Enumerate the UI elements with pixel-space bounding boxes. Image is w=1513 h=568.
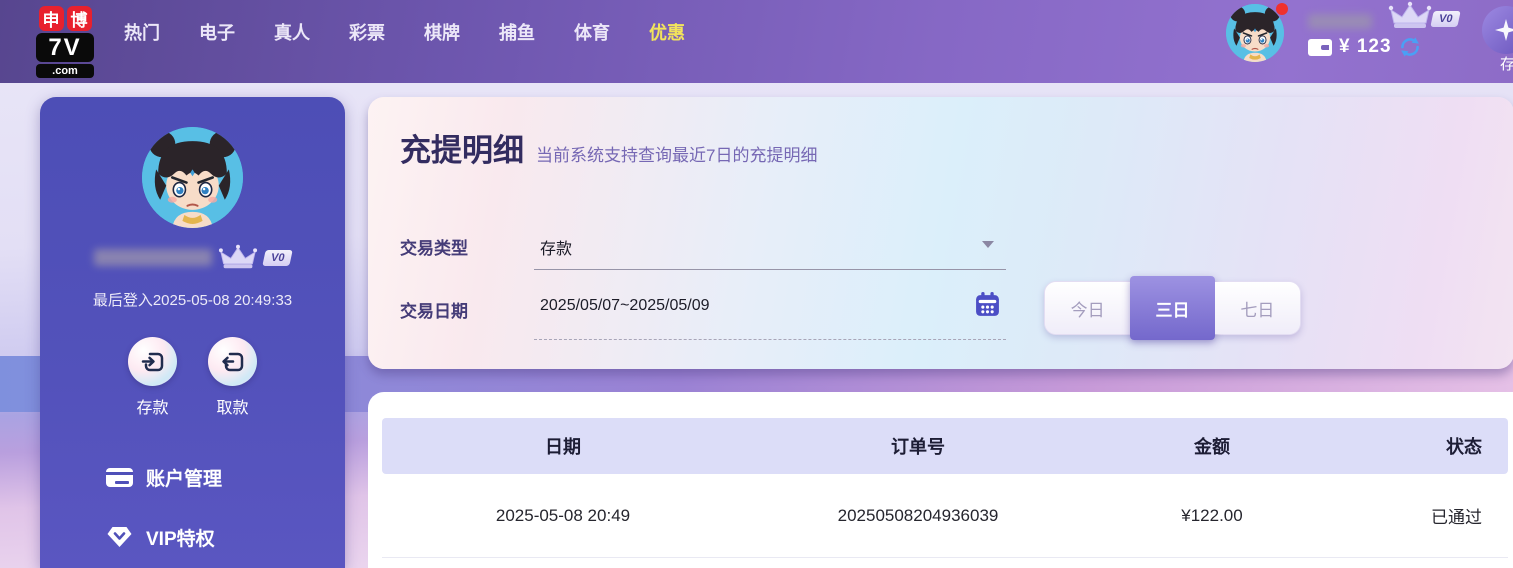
vip-level-badge: V0 bbox=[262, 250, 293, 266]
withdraw-button[interactable] bbox=[208, 337, 257, 386]
avatar-character-illustration bbox=[1226, 4, 1284, 62]
site-logo[interactable]: 申 博 7V .com bbox=[36, 6, 94, 78]
nav-item-slots[interactable]: 电子 bbox=[199, 19, 235, 45]
calendar-icon[interactable] bbox=[974, 291, 1001, 318]
records-panel: 日期 订单号 金额 状态 2025-05-08 20:49 2025050820… bbox=[368, 392, 1513, 568]
column-header-status: 状态 bbox=[1332, 433, 1508, 459]
username-blurred bbox=[94, 249, 212, 266]
cell-status: 已通过 bbox=[1332, 503, 1508, 528]
withdraw-label[interactable]: 取款 bbox=[208, 394, 257, 418]
nav-item-promotions[interactable]: 优惠 bbox=[649, 19, 685, 45]
logo-tld: .com bbox=[36, 64, 94, 78]
notification-dot bbox=[1276, 3, 1288, 15]
range-button-seven-days[interactable]: 七日 bbox=[1215, 282, 1300, 334]
nav-item-live[interactable]: 真人 bbox=[274, 19, 310, 45]
table-row: 2025-05-08 20:49 20250508204936039 ¥122.… bbox=[382, 474, 1508, 558]
page-subtitle: 当前系统支持查询最近7日的充提明细 bbox=[536, 141, 817, 166]
sidebar-item-label: 账户管理 bbox=[146, 464, 222, 491]
transaction-type-select[interactable] bbox=[534, 230, 1006, 270]
column-header-amount: 金额 bbox=[1092, 433, 1332, 459]
cell-date: 2025-05-08 20:49 bbox=[382, 506, 744, 526]
main-menu: 热门 电子 真人 彩票 棋牌 捕鱼 体育 优惠 bbox=[124, 0, 685, 64]
logo-badge-right: 博 bbox=[67, 6, 92, 31]
sidebar-item-account-management[interactable]: 账户管理 bbox=[106, 462, 326, 492]
column-header-order-no: 订单号 bbox=[744, 433, 1092, 459]
wallet-icon bbox=[1308, 39, 1332, 56]
nav-item-fishing[interactable]: 捕鱼 bbox=[499, 19, 535, 45]
cell-order-no: 20250508204936039 bbox=[744, 506, 1092, 526]
range-button-three-days[interactable]: 三日 bbox=[1130, 276, 1214, 340]
avatar-character-illustration bbox=[142, 127, 243, 228]
top-navigation-bar: 申 博 7V .com 热门 电子 真人 彩票 棋牌 捕鱼 体育 优惠 bbox=[0, 0, 1513, 83]
transaction-date-value[interactable]: 2025/05/07~2025/05/09 bbox=[540, 297, 710, 315]
logo-name: 7V bbox=[36, 33, 94, 62]
chevron-down-icon[interactable] bbox=[982, 241, 994, 248]
vip-diamond-icon bbox=[106, 525, 133, 549]
withdraw-icon bbox=[220, 349, 246, 375]
column-header-date: 日期 bbox=[382, 433, 744, 459]
sidebar-item-vip-privileges[interactable]: VIP特权 bbox=[106, 522, 326, 552]
crown-icon bbox=[218, 244, 258, 271]
deposit-icon bbox=[140, 349, 166, 375]
table-header-row: 日期 订单号 金额 状态 bbox=[382, 418, 1508, 474]
quick-deposit-label: 存 bbox=[1500, 53, 1513, 74]
quick-deposit-button[interactable] bbox=[1482, 6, 1513, 54]
bank-card-icon bbox=[106, 468, 133, 487]
transaction-type-value[interactable]: 存款 bbox=[540, 235, 572, 259]
user-avatar[interactable] bbox=[1226, 4, 1284, 62]
nav-item-lottery[interactable]: 彩票 bbox=[349, 19, 385, 45]
transaction-type-label: 交易类型 bbox=[400, 234, 468, 259]
vip-level-badge: V0 bbox=[1430, 11, 1461, 27]
balance-amount: ¥ 123 bbox=[1339, 36, 1392, 58]
nav-item-cards[interactable]: 棋牌 bbox=[424, 19, 460, 45]
profile-sidebar: V0 最后登入2025-05-08 20:49:33 存款 取款 账户管理 VI… bbox=[40, 97, 345, 568]
sidebar-item-label: VIP特权 bbox=[146, 524, 215, 551]
range-button-today[interactable]: 今日 bbox=[1045, 282, 1130, 334]
logo-badge-left: 申 bbox=[39, 6, 64, 31]
username-blurred bbox=[1308, 14, 1372, 29]
crown-icon bbox=[1386, 1, 1434, 31]
transaction-date-label: 交易日期 bbox=[400, 297, 468, 322]
cell-amount: ¥122.00 bbox=[1092, 506, 1332, 526]
sparkle-icon bbox=[1493, 17, 1513, 43]
deposit-label[interactable]: 存款 bbox=[128, 394, 177, 418]
deposit-button[interactable] bbox=[128, 337, 177, 386]
nav-item-hot[interactable]: 热门 bbox=[124, 19, 160, 45]
last-login-text: 最后登入2025-05-08 20:49:33 bbox=[40, 289, 345, 310]
filter-panel: 充提明细 当前系统支持查询最近7日的充提明细 交易类型 存款 交易日期 2025… bbox=[368, 97, 1513, 369]
nav-item-sports[interactable]: 体育 bbox=[574, 19, 610, 45]
refresh-balance-icon[interactable] bbox=[1399, 36, 1421, 58]
page-title: 充提明细 bbox=[400, 125, 524, 170]
records-table: 日期 订单号 金额 状态 2025-05-08 20:49 2025050820… bbox=[382, 418, 1508, 558]
sidebar-avatar bbox=[142, 127, 243, 228]
date-range-button-group: 今日 三日 七日 bbox=[1044, 281, 1301, 335]
